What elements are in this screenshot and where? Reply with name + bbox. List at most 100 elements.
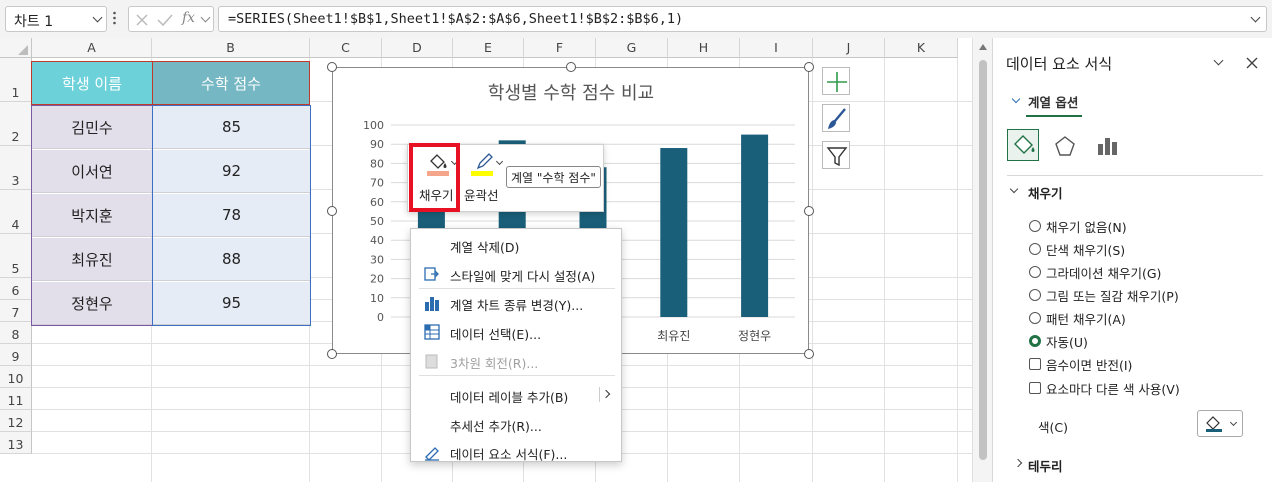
column-header[interactable]: F bbox=[524, 38, 596, 58]
color-picker-button[interactable] bbox=[1197, 410, 1243, 437]
formula-bar: 차트 1 fx =SERIES(Sheet1!$B$1,Sheet1!$A$2:… bbox=[0, 0, 1272, 38]
chevron-down-icon[interactable] bbox=[1011, 94, 1021, 104]
row-header[interactable]: 2 bbox=[0, 102, 32, 146]
context-menu-item[interactable]: 데이터 요소 서식(F)... bbox=[411, 437, 621, 466]
resize-handle[interactable] bbox=[327, 62, 337, 72]
column-header[interactable]: C bbox=[310, 38, 382, 58]
chevron-right-icon[interactable] bbox=[601, 389, 611, 399]
fill-line-tab[interactable] bbox=[1007, 129, 1039, 161]
context-menu-item[interactable]: 데이터 선택(E)... bbox=[411, 317, 621, 346]
chevron-down-icon[interactable] bbox=[1009, 184, 1019, 194]
fill-option-radio[interactable] bbox=[1029, 266, 1041, 278]
formula-input[interactable]: =SERIES(Sheet1!$B$1,Sheet1!$A$2:$A$6,She… bbox=[218, 6, 1267, 32]
fill-button-highlight[interactable] bbox=[409, 143, 460, 212]
effects-pentagon-icon[interactable] bbox=[1053, 134, 1077, 158]
fill-option-checkbox[interactable] bbox=[1029, 382, 1041, 394]
resize-handle[interactable] bbox=[804, 62, 814, 72]
column-header[interactable]: B bbox=[152, 38, 310, 58]
name-box[interactable]: 차트 1 bbox=[5, 6, 107, 32]
fill-option-label[interactable]: 요소마다 다른 색 사용(V) bbox=[1046, 379, 1180, 398]
fill-option-radio[interactable] bbox=[1029, 289, 1041, 301]
insert-function-icon[interactable]: fx bbox=[182, 10, 195, 26]
chart-type-icon bbox=[425, 297, 439, 311]
y-tick-label: 10 bbox=[370, 292, 384, 305]
resize-handle[interactable] bbox=[327, 349, 337, 359]
column-header[interactable]: D bbox=[382, 38, 453, 58]
y-tick-label: 0 bbox=[377, 311, 384, 324]
chart-filters-button[interactable] bbox=[822, 141, 850, 169]
fill-option-label[interactable]: 단색 채우기(S) bbox=[1046, 240, 1125, 259]
y-tick-label: 90 bbox=[370, 138, 384, 151]
expand-formula-icon[interactable] bbox=[1250, 12, 1261, 23]
context-menu-item[interactable]: 추세선 추가(R)... bbox=[411, 409, 621, 438]
scroll-up-icon[interactable] bbox=[978, 43, 988, 51]
column-header[interactable]: I bbox=[740, 38, 813, 58]
cancel-icon[interactable] bbox=[135, 13, 149, 27]
chart-bar[interactable] bbox=[660, 148, 688, 317]
row-header[interactable]: 10 bbox=[0, 366, 32, 388]
pen-outline-icon[interactable] bbox=[472, 151, 496, 173]
context-menu-item-label: 3차원 회전(R)... bbox=[450, 356, 539, 371]
chart-styles-button[interactable] bbox=[822, 104, 850, 132]
fill-option-label[interactable]: 패턴 채우기(A) bbox=[1046, 309, 1126, 328]
row-header[interactable]: 9 bbox=[0, 344, 32, 366]
column-header[interactable]: E bbox=[453, 38, 524, 58]
chevron-right-icon[interactable] bbox=[1013, 458, 1023, 468]
column-header[interactable]: A bbox=[32, 38, 152, 58]
row-header[interactable]: 7 bbox=[0, 300, 32, 322]
fill-section-header[interactable]: 채우기 bbox=[1028, 183, 1063, 202]
column-header[interactable]: G bbox=[596, 38, 668, 58]
row-header[interactable]: 6 bbox=[0, 278, 32, 300]
fill-option-label[interactable]: 그라데이션 채우기(G) bbox=[1046, 263, 1161, 282]
column-header[interactable]: J bbox=[813, 38, 885, 58]
border-section-header[interactable]: 테두리 bbox=[1028, 456, 1063, 475]
series-selector-dropdown[interactable]: 계열 "수학 점수" bbox=[506, 166, 601, 188]
confirm-icon[interactable] bbox=[157, 13, 173, 27]
chevron-down-icon[interactable] bbox=[200, 12, 211, 23]
vertical-scrollbar[interactable] bbox=[972, 38, 992, 482]
row-header[interactable]: 12 bbox=[0, 410, 32, 432]
more-options-icon[interactable] bbox=[113, 10, 116, 26]
fill-option-label[interactable]: 자동(U) bbox=[1046, 332, 1088, 351]
brush-icon bbox=[828, 108, 846, 129]
resize-handle[interactable] bbox=[804, 349, 814, 359]
scroll-thumb[interactable] bbox=[979, 60, 987, 460]
column-header[interactable]: K bbox=[885, 38, 958, 58]
fill-option-radio[interactable] bbox=[1029, 243, 1041, 255]
resize-handle[interactable] bbox=[565, 62, 576, 72]
row-header[interactable]: 1 bbox=[0, 58, 32, 102]
context-menu-item-label: 데이터 선택(E)... bbox=[450, 327, 542, 342]
resize-handle[interactable] bbox=[804, 205, 814, 216]
row-header[interactable]: 4 bbox=[0, 190, 32, 234]
fill-option-label[interactable]: 채우기 없음(N) bbox=[1046, 217, 1127, 236]
fill-option-checkbox[interactable] bbox=[1029, 358, 1041, 370]
series-options-bars-icon[interactable] bbox=[1095, 134, 1119, 158]
fill-option-radio[interactable] bbox=[1029, 312, 1041, 324]
resize-handle[interactable] bbox=[327, 205, 337, 216]
close-icon[interactable] bbox=[1246, 57, 1258, 69]
chart-elements-button[interactable] bbox=[822, 67, 850, 95]
column-header[interactable]: H bbox=[668, 38, 740, 58]
row-header[interactable]: 11 bbox=[0, 388, 32, 410]
fill-option-label[interactable]: 그림 또는 질감 채우기(P) bbox=[1046, 286, 1179, 305]
context-menu-item[interactable]: 스타일에 맞게 다시 설정(A) bbox=[411, 259, 621, 288]
context-menu-item[interactable]: 계열 차트 종류 변경(Y)... bbox=[411, 288, 621, 317]
name-box-value: 차트 1 bbox=[14, 14, 54, 30]
pane-options-icon[interactable] bbox=[1213, 55, 1224, 66]
row-header[interactable]: 8 bbox=[0, 322, 32, 344]
row-header[interactable]: 5 bbox=[0, 234, 32, 278]
select-all-corner[interactable] bbox=[0, 38, 32, 58]
row-header[interactable]: 3 bbox=[0, 146, 32, 190]
row-header[interactable]: 13 bbox=[0, 432, 32, 454]
chevron-down-icon[interactable] bbox=[92, 12, 103, 23]
rotation-3d-icon bbox=[425, 354, 438, 369]
chart-bar[interactable] bbox=[741, 134, 769, 317]
fill-option-label[interactable]: 음수이면 반전(I) bbox=[1046, 355, 1132, 374]
fill-option-radio[interactable] bbox=[1029, 220, 1041, 232]
context-menu-item[interactable]: 데이터 레이블 추가(B) bbox=[411, 380, 621, 409]
fill-option-radio[interactable] bbox=[1029, 335, 1041, 347]
y-tick-label: 60 bbox=[370, 196, 384, 209]
tab-series-options[interactable]: 계열 옵션 bbox=[1028, 92, 1078, 111]
context-menu-item[interactable]: 계열 삭제(D) bbox=[411, 230, 621, 259]
outline-dropdown-icon[interactable] bbox=[495, 157, 504, 166]
